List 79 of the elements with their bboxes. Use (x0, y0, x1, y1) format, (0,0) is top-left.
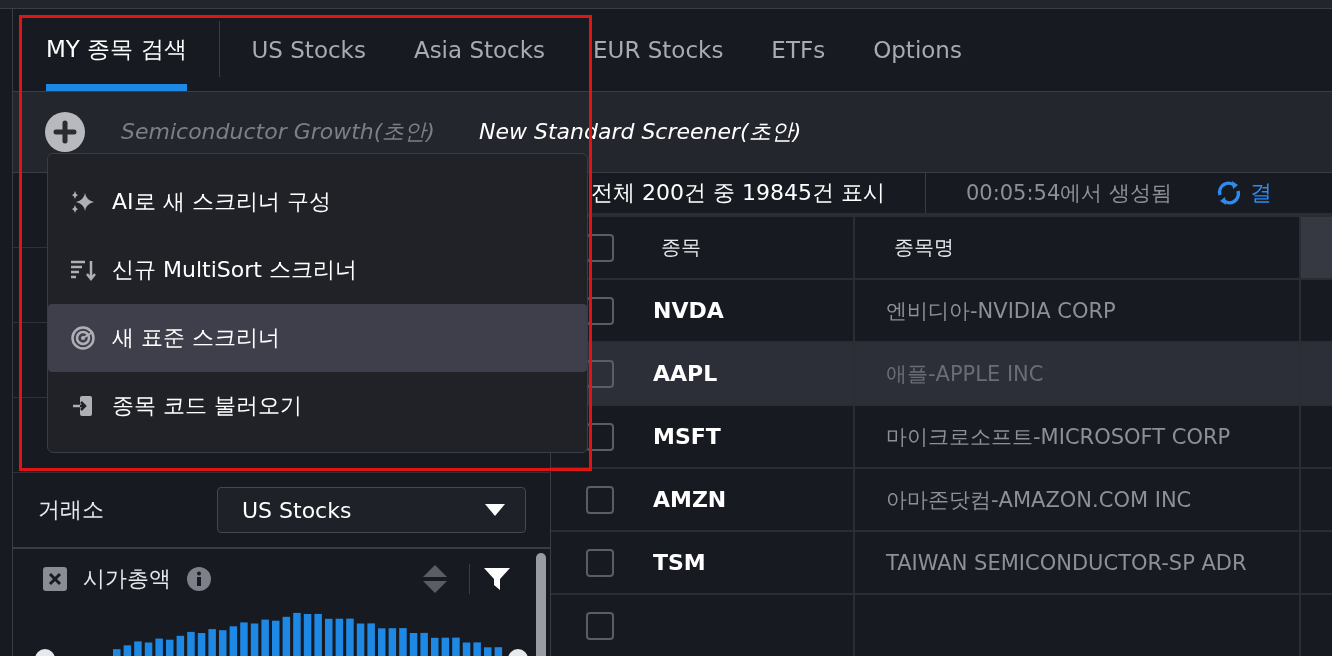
histogram-bar (272, 620, 280, 656)
histogram-bar (420, 632, 428, 656)
tab[interactable]: Options (873, 9, 962, 91)
menu-item[interactable]: 새 표준 스크리너 (48, 304, 587, 372)
name-cell: TAIWAN SEMICONDUCTOR-SP ADR (886, 550, 1247, 575)
generated-time: 00:05:54에서 생성됨 (965, 180, 1172, 207)
histogram-bar (293, 612, 301, 656)
histogram-bar (303, 614, 312, 656)
symbol-cell: NVDA (653, 298, 724, 323)
checkbox[interactable] (586, 611, 614, 640)
caret-icon (485, 504, 505, 516)
sort-icon[interactable] (423, 565, 447, 593)
add-icon[interactable] (45, 112, 85, 152)
histogram-bar (155, 638, 163, 656)
histogram-bar (219, 630, 227, 656)
histogram-bar (197, 633, 206, 656)
histogram-bar (166, 639, 174, 656)
histogram-bar (314, 613, 322, 656)
close-icon (48, 572, 62, 586)
symbol-cell: AMZN (653, 487, 727, 512)
info-icon[interactable] (187, 567, 211, 591)
sort-icon (70, 259, 96, 281)
histogram-bar (123, 645, 132, 656)
column-header[interactable]: 종목명 (894, 234, 954, 261)
menu-item[interactable]: AI로 새 스크리너 구성 (48, 168, 587, 236)
histogram-bar (409, 633, 418, 656)
histogram-bar (325, 618, 333, 656)
histogram-bar (346, 618, 354, 656)
tab[interactable]: ETFs (771, 9, 826, 91)
tab[interactable]: Asia Stocks (413, 9, 546, 91)
sparkle-icon (70, 191, 96, 213)
histogram-bar (208, 629, 216, 656)
histogram-bar (240, 622, 248, 656)
table-row[interactable]: TSM TAIWAN SEMICONDUCTOR-SP ADR (551, 532, 1332, 595)
tab[interactable]: EUR Stocks (593, 9, 724, 91)
exchange-dropdown[interactable]: US Stocks (217, 487, 526, 533)
symbol-cell: MSFT (653, 424, 721, 449)
histogram-bar (484, 647, 492, 656)
symbol-cell: TSM (653, 550, 706, 575)
histogram-bar (356, 623, 365, 656)
checkbox[interactable] (586, 485, 614, 514)
histogram-bar (452, 637, 460, 656)
histogram-bar (441, 637, 450, 656)
histogram-bar (282, 616, 291, 656)
scrollbar[interactable] (536, 553, 546, 656)
histogram-bar (335, 618, 344, 656)
name-cell-text: 마이크로소프트-MICROSOFT CORP (886, 423, 1231, 451)
refresh-button[interactable]: 결 (1213, 178, 1272, 208)
histogram-bar (113, 649, 121, 656)
histogram-bar (187, 631, 195, 656)
checkbox[interactable] (586, 548, 614, 577)
table-row[interactable]: AMZN 아마존닷컴-AMAZON.COM INC (551, 469, 1332, 532)
histogram-bar (431, 637, 439, 656)
exchange-label: 거래소 (38, 496, 105, 524)
result-count: 전체 200건 중 19845건 표시 (591, 179, 885, 207)
symbol-cell: AAPL (653, 361, 718, 386)
remove-filter-button[interactable] (43, 567, 67, 591)
column-header[interactable]: 종목 (661, 234, 701, 261)
histogram-bar (144, 642, 153, 656)
tab[interactable]: US Stocks (251, 9, 366, 91)
filter-title: 시가총액 (83, 565, 171, 593)
filter-icon[interactable] (484, 566, 510, 592)
histogram-bar (388, 628, 397, 656)
histogram-bar (261, 619, 269, 656)
histogram-bar (367, 623, 375, 656)
histogram-bar (473, 642, 481, 656)
histogram-bar (378, 628, 386, 656)
histogram-bar (462, 642, 471, 656)
screener-tab[interactable]: Semiconductor Growth(초안) (121, 117, 435, 147)
histogram-bar (250, 623, 259, 656)
histogram-bar (176, 635, 185, 656)
name-cell-text: 애플-APPLE INC (886, 360, 1044, 388)
name-cell-text: 아마존닷컴-AMAZON.COM INC (886, 486, 1192, 514)
name-cell-text: 엔비디아-NVIDIA CORP (886, 297, 1116, 325)
target-icon (70, 326, 96, 350)
histogram-bar (229, 626, 238, 656)
histogram-bar (134, 641, 142, 656)
histogram-bar (399, 628, 407, 656)
histogram-bar (494, 647, 503, 656)
